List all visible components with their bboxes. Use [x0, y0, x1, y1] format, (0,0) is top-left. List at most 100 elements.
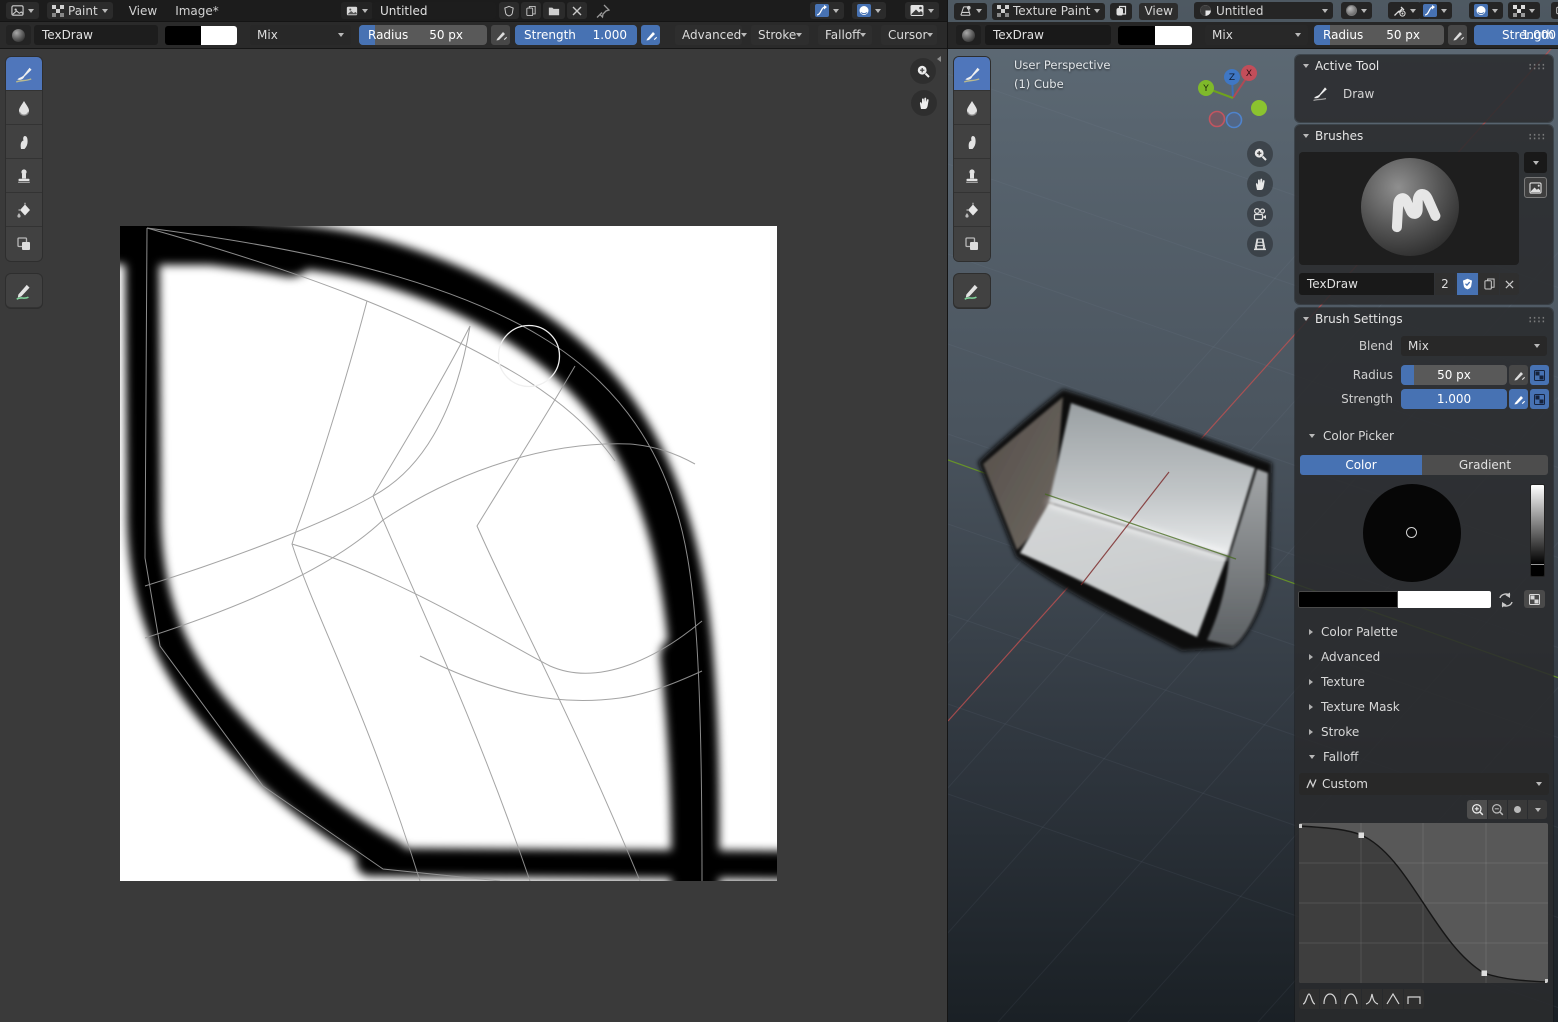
curve-zoom-in-button[interactable]: [1467, 800, 1487, 819]
grip-icon[interactable]: [1528, 133, 1545, 140]
vp-brush-tip-popover[interactable]: [1469, 2, 1503, 19]
tool-draw[interactable]: [6, 57, 42, 91]
unlink-image-button[interactable]: [567, 2, 587, 19]
subpanel-color-palette[interactable]: Color Palette: [1309, 625, 1398, 639]
curve-point-options-button[interactable]: [1508, 800, 1527, 819]
vp-tool-annotate[interactable]: [954, 274, 990, 308]
viewport-pan-button[interactable]: [1247, 171, 1273, 197]
menu-view[interactable]: View: [123, 4, 163, 18]
vp-background-color-swatch[interactable]: [1155, 26, 1192, 45]
brush-preview-button[interactable]: [6, 25, 31, 45]
sb-blend-dropdown[interactable]: Mix: [1401, 336, 1547, 356]
menu-image[interactable]: Image*: [169, 4, 225, 18]
fake-user-toggle[interactable]: [1457, 273, 1478, 295]
vp-overlays-popover-clipped[interactable]: [1551, 2, 1558, 19]
vp-copy-icon-button[interactable]: [1110, 3, 1132, 20]
curve-control-point-2[interactable]: [1482, 971, 1488, 977]
brush-tip-popover[interactable]: [852, 2, 886, 19]
vp-view-menu[interactable]: View: [1139, 3, 1177, 20]
curve-endpoint[interactable]: [1545, 979, 1548, 983]
tool-clone[interactable]: [6, 159, 42, 193]
navigation-gizmo[interactable]: Y Z X: [1193, 58, 1273, 138]
image-browse-button[interactable]: [341, 2, 373, 19]
viewport-zoom-button[interactable]: [1247, 141, 1273, 167]
tab-color[interactable]: Color: [1300, 455, 1422, 475]
brush-preview-box[interactable]: [1299, 152, 1519, 265]
stroke-falloff-popover[interactable]: [810, 2, 844, 19]
gizmo-neg-x-ball[interactable]: [1210, 112, 1225, 127]
falloff-popover[interactable]: Falloff: [818, 25, 872, 45]
brush-datablock-name[interactable]: TexDraw: [1299, 273, 1434, 295]
preset-linear-button[interactable]: [1383, 989, 1403, 1009]
preset-sharp-button[interactable]: [1362, 989, 1382, 1009]
brush-duplicate-button[interactable]: [1479, 273, 1499, 295]
sb-radius-texture-button[interactable]: [1530, 365, 1549, 385]
sb-radius-pressure-button[interactable]: [1509, 365, 1528, 385]
blend-mode-dropdown[interactable]: Mix: [250, 25, 351, 45]
vp-tool-soften[interactable]: [954, 91, 990, 125]
subpanel-falloff[interactable]: Falloff: [1309, 750, 1358, 764]
subpanel-stroke[interactable]: Stroke: [1309, 725, 1359, 739]
brush-preview-expand-button[interactable]: [1524, 152, 1547, 173]
vp-blend-dropdown[interactable]: Mix: [1205, 25, 1308, 45]
subpanel-texture[interactable]: Texture: [1309, 675, 1365, 689]
viewport-camera-button[interactable]: [1247, 201, 1273, 227]
sb-foreground-swatch[interactable]: [1298, 591, 1398, 608]
paint-mode-dropdown[interactable]: Paint: [47, 2, 113, 19]
vp-foreground-color-swatch[interactable]: [1118, 26, 1155, 45]
color-picker-header[interactable]: Color Picker: [1309, 429, 1394, 443]
preset-root-button[interactable]: [1341, 989, 1361, 1009]
pin-icon[interactable]: [596, 4, 610, 19]
vp-tool-smear[interactable]: [954, 125, 990, 159]
image-name-field[interactable]: Untitled: [372, 2, 496, 19]
color-wheel[interactable]: [1363, 484, 1461, 582]
radius-pressure-button[interactable]: [491, 25, 510, 45]
curve-zoom-out-button[interactable]: [1488, 800, 1507, 819]
curve-control-point-1[interactable]: [1359, 833, 1365, 839]
sb-strength-pressure-button[interactable]: [1509, 389, 1528, 409]
vp-tool-draw[interactable]: [954, 57, 990, 91]
preset-sphere-button[interactable]: [1320, 989, 1340, 1009]
tool-fill[interactable]: [6, 193, 42, 227]
tool-mask[interactable]: [6, 227, 42, 261]
foreground-color-swatch[interactable]: [165, 26, 201, 45]
gizmo-neg-z-ball[interactable]: [1227, 113, 1242, 128]
vp-radius-pressure-button[interactable]: [1448, 25, 1467, 45]
cursor-popover[interactable]: Cursor: [881, 25, 937, 45]
value-slider[interactable]: [1530, 484, 1545, 577]
fake-user-button[interactable]: [499, 2, 519, 19]
sb-strength-texture-button[interactable]: [1530, 389, 1549, 409]
sidebar-collapse-arrow[interactable]: [937, 56, 945, 68]
gizmo-neg-y-ball[interactable]: [1251, 100, 1267, 116]
vp-tool-clone[interactable]: [954, 159, 990, 193]
brush-user-count[interactable]: 2: [1435, 273, 1455, 295]
grip-icon[interactable]: [1528, 316, 1545, 323]
vp-tool-fill[interactable]: [954, 193, 990, 227]
subpanel-texture-mask[interactable]: Texture Mask: [1309, 700, 1400, 714]
subpanel-advanced[interactable]: Advanced: [1309, 650, 1380, 664]
collapse-chevron-icon[interactable]: [1303, 134, 1309, 138]
grip-icon[interactable]: [1528, 63, 1545, 70]
sb-radius-slider[interactable]: 50 px: [1401, 365, 1507, 385]
tab-gradient[interactable]: Gradient: [1422, 455, 1548, 475]
vp-brush-preview-button[interactable]: [956, 25, 981, 45]
editor-type-button[interactable]: [6, 2, 39, 19]
tool-smear[interactable]: [6, 125, 42, 159]
vp-editor-type-button[interactable]: [954, 3, 987, 20]
sb-strength-slider[interactable]: 1.000: [1401, 389, 1507, 409]
falloff-preset-dropdown[interactable]: Custom: [1299, 773, 1549, 795]
tool-annotate[interactable]: [6, 274, 42, 308]
preset-constant-button[interactable]: [1404, 989, 1424, 1009]
vp-mode-dropdown[interactable]: Texture Paint: [992, 3, 1105, 20]
collapse-chevron-icon[interactable]: [1303, 317, 1309, 321]
strength-pressure-button[interactable]: [641, 25, 660, 45]
stroke-popover[interactable]: Stroke: [751, 25, 809, 45]
image-editor-canvas[interactable]: [0, 50, 946, 1022]
vp-stroke-falloff-popover[interactable]: [1418, 2, 1452, 19]
zoom-in-button[interactable]: [910, 58, 936, 84]
sb-color-texture-button[interactable]: [1524, 590, 1545, 608]
pan-hand-button[interactable]: [911, 90, 937, 116]
falloff-curve-widget[interactable]: [1299, 823, 1548, 983]
vp-tool-mask[interactable]: [954, 227, 990, 261]
vp-brush-name-field[interactable]: TexDraw: [985, 25, 1111, 45]
